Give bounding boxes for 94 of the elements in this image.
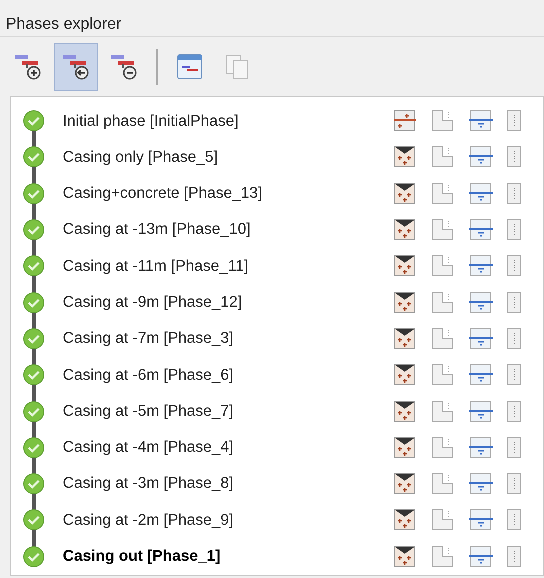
phase-label: Casing at -6m [Phase_6] (63, 366, 235, 386)
stage-icon (393, 436, 417, 460)
borehole-icon (507, 109, 521, 134)
stage-icon (393, 508, 417, 532)
borehole-icon (507, 218, 521, 242)
phase-label: Initial phase [InitialPhase] (63, 112, 240, 132)
water-level-icon (469, 436, 493, 460)
phase-row[interactable]: Initial phase [InitialPhase] (11, 103, 543, 140)
borehole-icon (507, 363, 521, 388)
stage-icon (393, 182, 417, 206)
check-icon (23, 328, 45, 350)
geometry-icon (431, 145, 455, 170)
check-icon (23, 292, 45, 314)
borehole-icon (507, 326, 521, 351)
phase-label: Casing at -11m [Phase_11] (63, 256, 250, 277)
water-level-icon (469, 508, 493, 532)
stage-icon (393, 472, 417, 496)
phase-label: Casing at -2m [Phase_9] (63, 510, 235, 531)
check-icon (23, 400, 45, 423)
stage-icon (393, 400, 417, 424)
phase-row[interactable]: Casing at -6m [Phase_6] (11, 357, 543, 394)
borehole-icon (507, 182, 521, 206)
stage-icon (393, 363, 417, 388)
check-icon (23, 219, 45, 242)
check-icon (23, 473, 45, 496)
water-level-icon (469, 290, 493, 315)
phase-label: Casing at -7m [Phase_3] (63, 329, 235, 350)
phase-label: Casing at -9m [Phase_12] (63, 293, 244, 313)
window-icon (176, 52, 204, 82)
phase-row[interactable]: Casing out [Phase_1] (11, 538, 543, 575)
geometry-icon (431, 326, 455, 351)
check-icon (23, 182, 45, 205)
phase-label: Casing+concrete [Phase_13] (63, 184, 264, 204)
initial-stage-icon (393, 109, 417, 134)
water-level-icon (469, 182, 493, 206)
check-icon (23, 255, 45, 278)
water-level-icon (469, 544, 493, 569)
phase-row[interactable]: Casing at -4m [Phase_4] (11, 430, 543, 466)
water-level-icon (469, 109, 493, 134)
stage-icon (393, 218, 417, 242)
phase-row[interactable]: Casing at -5m [Phase_7] (11, 393, 543, 430)
toolbar-button[interactable] (54, 42, 98, 90)
borehole-icon (507, 400, 521, 424)
borehole-icon (507, 508, 521, 532)
geometry-icon (431, 182, 455, 206)
panel-title: Phases explorer (5, 15, 123, 35)
water-level-icon (469, 326, 493, 351)
stage-icon (393, 544, 417, 569)
geometry-icon (431, 544, 455, 569)
phase-row[interactable]: Casing at -11m [Phase_11] (11, 248, 543, 284)
water-level-icon (469, 472, 493, 496)
geometry-icon (431, 400, 455, 424)
stage-icon (393, 145, 417, 170)
borehole-icon (507, 472, 521, 496)
geometry-icon (431, 472, 455, 496)
water-level-icon (469, 145, 493, 170)
borehole-icon (507, 145, 521, 170)
phase-row[interactable]: Casing+concrete [Phase_13] (11, 176, 543, 212)
geometry-icon (431, 508, 455, 532)
check-icon (23, 146, 45, 168)
phase-row[interactable]: Casing at -13m [Phase_10] (11, 212, 543, 248)
stage-icon (393, 254, 417, 278)
stage-icon (393, 290, 417, 315)
water-level-icon (469, 363, 493, 388)
borehole-icon (507, 290, 521, 315)
phase-row[interactable]: Casing at -2m [Phase_9] (11, 502, 543, 539)
phase-label: Casing at -13m [Phase_10] (63, 220, 252, 240)
phase-label: Casing only [Phase_5] (63, 148, 220, 168)
borehole-icon (507, 254, 521, 278)
geometry-icon (431, 109, 455, 134)
phase-label: Casing at -5m [Phase_7] (63, 402, 235, 422)
phase-label: Casing out [Phase_1] (63, 547, 222, 568)
stage-icon (393, 326, 417, 351)
phase-row[interactable]: Casing at -9m [Phase_12] (11, 284, 543, 321)
phase-row[interactable]: Casing at -7m [Phase_3] (11, 320, 543, 358)
borehole-icon (507, 544, 521, 569)
water-level-icon (469, 400, 493, 424)
check-icon (23, 546, 45, 568)
geometry-icon (431, 254, 455, 278)
geometry-icon (431, 218, 455, 242)
phase-row[interactable]: Casing only [Phase_5] (11, 139, 543, 176)
borehole-icon (507, 436, 521, 460)
check-icon (23, 436, 45, 459)
check-icon (23, 110, 45, 132)
water-level-icon (469, 254, 493, 278)
phase-label: Casing at -4m [Phase_4] (63, 438, 235, 458)
check-icon (23, 364, 45, 386)
water-level-icon (469, 218, 493, 242)
check-icon (23, 509, 45, 532)
phase-label: Casing at -3m [Phase_8] (63, 474, 235, 494)
geometry-icon (431, 436, 455, 460)
phase-row[interactable]: Casing at -3m [Phase_8] (11, 466, 543, 502)
geometry-icon (431, 290, 455, 315)
geometry-icon (431, 363, 455, 388)
